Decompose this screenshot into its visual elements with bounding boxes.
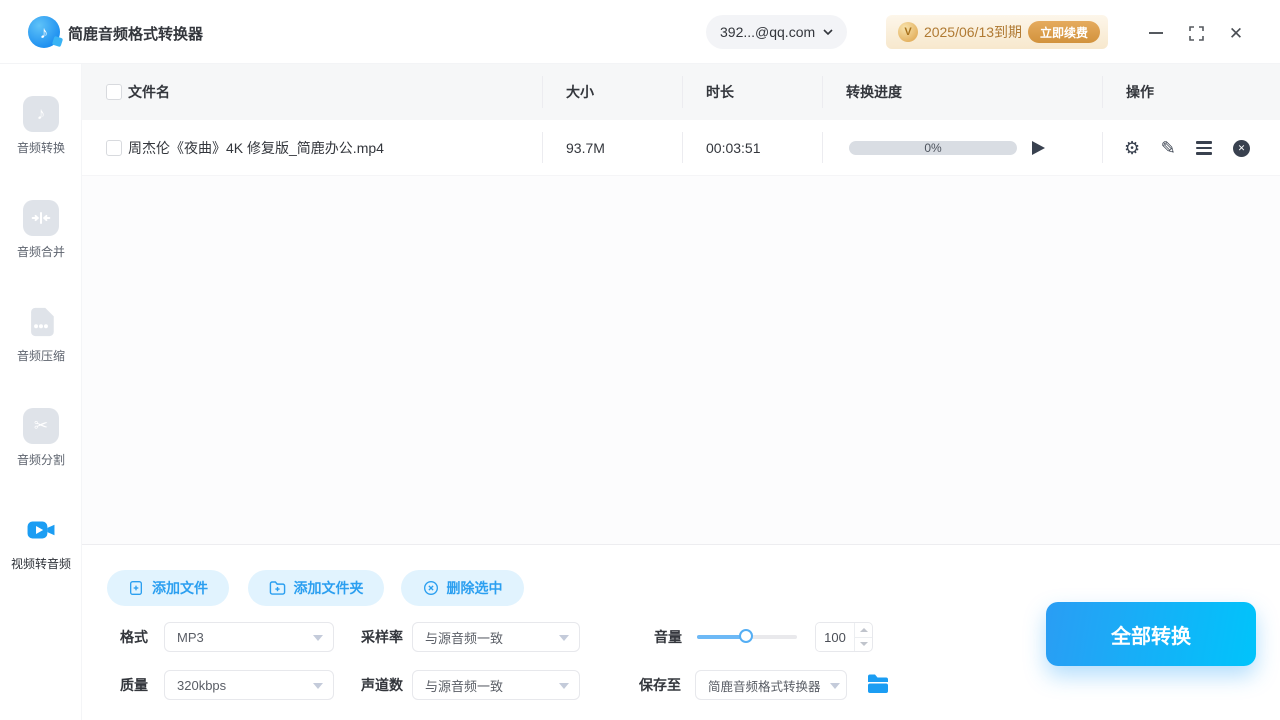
edit-pencil-icon[interactable]: ✎ (1161, 139, 1176, 157)
sample-rate-select[interactable]: 与源音频一致 (412, 622, 580, 652)
sidebar-item-audio-split[interactable]: ✂ 音频分割 (0, 408, 82, 468)
music-note-icon: ♪ (23, 96, 59, 132)
volume-number-field (815, 622, 873, 652)
add-folder-button[interactable]: 添加文件夹 (248, 570, 384, 606)
bottom-controls: 添加文件 添加文件夹 删除选中 格式 MP3 (82, 545, 1280, 720)
quality-value: 320kbps (177, 678, 226, 693)
compress-file-icon (23, 304, 59, 340)
volume-label: 音量 (654, 622, 682, 652)
maximize-button[interactable] (1185, 22, 1207, 44)
save-to-label: 保存至 (639, 670, 681, 700)
quality-select[interactable]: 320kbps (164, 670, 334, 700)
vip-status: V 2025/06/13到期 立即续费 (886, 15, 1108, 49)
format-value: MP3 (177, 630, 204, 645)
file-duration: 00:03:51 (706, 120, 761, 176)
column-header-actions: 操作 (1126, 64, 1154, 120)
convert-all-button[interactable]: 全部转换 (1046, 602, 1256, 666)
sidebar-item-video-to-audio[interactable]: 视频转音频 (0, 512, 82, 572)
sidebar-item-label: 音频合并 (0, 243, 82, 260)
scissors-icon: ✂ (23, 408, 59, 444)
sidebar-item-label: 音频分割 (0, 451, 82, 468)
account-menu[interactable]: 392...@qq.com (706, 15, 847, 49)
select-all-checkbox[interactable] (106, 84, 122, 100)
add-file-button[interactable]: 添加文件 (107, 570, 229, 606)
quality-label: 质量 (120, 670, 148, 700)
main-content: 文件名 大小 时长 转换进度 操作 周杰伦《夜曲》4K 修复版_简鹿办公.mp4… (82, 64, 1280, 720)
merge-icon (23, 200, 59, 236)
table-header-row: 文件名 大小 时长 转换进度 操作 (82, 64, 1280, 120)
row-actions: ⚙ ✎ ✕ (1124, 120, 1250, 176)
renew-button[interactable]: 立即续费 (1028, 21, 1100, 43)
file-size: 93.7M (566, 120, 605, 176)
row-checkbox[interactable] (106, 140, 122, 156)
file-list-panel: 文件名 大小 时长 转换进度 操作 周杰伦《夜曲》4K 修复版_简鹿办公.mp4… (82, 64, 1280, 545)
channels-label: 声道数 (361, 670, 403, 700)
account-email: 392...@qq.com (720, 24, 815, 40)
save-to-select[interactable]: 简鹿音频格式转换器 (695, 670, 847, 700)
dropdown-arrow-icon (559, 635, 569, 641)
dropdown-arrow-icon (313, 635, 323, 641)
maximize-icon (1189, 26, 1204, 41)
add-file-label: 添加文件 (152, 578, 208, 598)
chevron-down-icon (823, 29, 833, 35)
vip-crown-icon: V (898, 22, 918, 42)
app-logo-icon: ♪ (28, 16, 60, 48)
app-title: 简鹿音频格式转换器 (68, 23, 203, 44)
vip-expiry-text: 2025/06/13到期 (918, 22, 1028, 42)
format-select[interactable]: MP3 (164, 622, 334, 652)
channels-value: 与源音频一致 (425, 676, 503, 695)
remove-icon[interactable]: ✕ (1233, 140, 1250, 157)
table-row: 周杰伦《夜曲》4K 修复版_简鹿办公.mp4 93.7M 00:03:51 0%… (82, 120, 1280, 176)
column-header-progress: 转换进度 (846, 64, 902, 120)
column-header-filename: 文件名 (128, 64, 170, 120)
file-name: 周杰伦《夜曲》4K 修复版_简鹿办公.mp4 (128, 120, 384, 176)
add-folder-icon (269, 580, 286, 596)
close-button[interactable]: ✕ (1225, 22, 1247, 44)
spinner-up-icon[interactable] (855, 623, 872, 637)
volume-input[interactable] (816, 623, 854, 651)
sidebar: ♪ 音频转换 音频合并 音频压缩 ✂ (0, 64, 82, 720)
delete-circle-icon (423, 580, 439, 596)
app-window: ♪ 简鹿音频格式转换器 392...@qq.com V 2025/06/13到期… (0, 0, 1280, 720)
save-to-value: 简鹿音频格式转换器 (708, 676, 821, 695)
channels-select[interactable]: 与源音频一致 (412, 670, 580, 700)
progress-percent-label: 0% (849, 141, 1017, 155)
column-header-size: 大小 (566, 64, 594, 120)
volume-slider-handle[interactable] (739, 629, 753, 643)
add-folder-label: 添加文件夹 (294, 578, 364, 598)
sidebar-item-audio-compress[interactable]: 音频压缩 (0, 304, 82, 364)
folder-icon (866, 673, 890, 695)
sidebar-item-audio-convert[interactable]: ♪ 音频转换 (0, 96, 82, 156)
settings-gear-icon[interactable]: ⚙ (1124, 139, 1140, 157)
dropdown-arrow-icon (830, 683, 840, 689)
title-bar: ♪ 简鹿音频格式转换器 392...@qq.com V 2025/06/13到期… (0, 0, 1280, 64)
dropdown-arrow-icon (313, 683, 323, 689)
format-label: 格式 (120, 622, 148, 652)
sample-rate-value: 与源音频一致 (425, 628, 503, 647)
sidebar-item-audio-merge[interactable]: 音频合并 (0, 200, 82, 260)
add-file-icon (128, 580, 144, 596)
sidebar-item-label: 音频压缩 (0, 347, 82, 364)
minimize-button[interactable] (1145, 22, 1167, 44)
column-header-duration: 时长 (706, 64, 734, 120)
sample-rate-label: 采样率 (361, 622, 403, 652)
volume-slider[interactable] (697, 635, 797, 639)
delete-selected-label: 删除选中 (447, 578, 503, 598)
menu-icon[interactable] (1196, 141, 1212, 155)
spinner-down-icon[interactable] (855, 637, 872, 652)
delete-selected-button[interactable]: 删除选中 (401, 570, 524, 606)
video-camera-icon (23, 512, 59, 548)
sidebar-item-label: 音频转换 (0, 139, 82, 156)
sidebar-item-label: 视频转音频 (0, 555, 82, 572)
dropdown-arrow-icon (559, 683, 569, 689)
open-folder-button[interactable] (866, 673, 890, 697)
play-icon[interactable] (1032, 141, 1045, 155)
volume-spinner (854, 623, 872, 651)
